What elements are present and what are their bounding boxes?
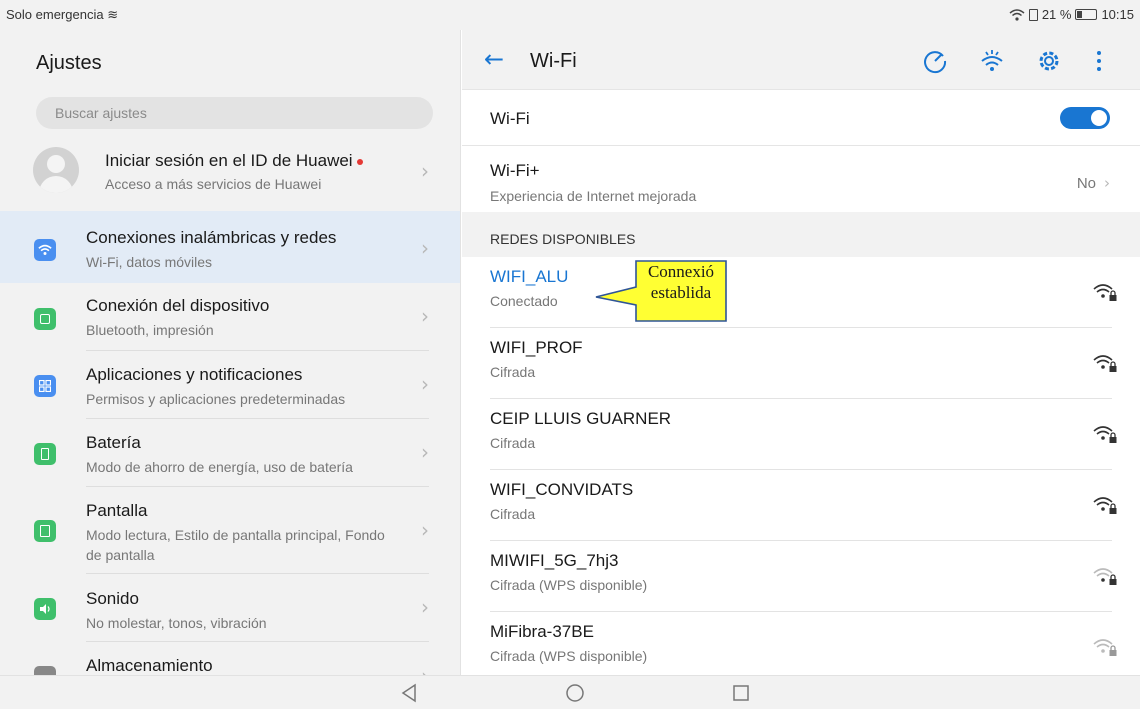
sidebar-item-sublabel: No molestar, tonos, vibración [86, 615, 267, 631]
network-status: Cifrada [490, 506, 536, 522]
sidebar-item-sublabel: Modo lectura, Estilo de pantalla princip… [86, 527, 385, 563]
wifi-locked-signal-icon [1093, 284, 1117, 301]
settings-sidebar: Ajustes Buscar ajustes Iniciar sesión en… [0, 30, 461, 675]
huawei-id-row[interactable]: Iniciar sesión en el ID de Huawei Acceso… [0, 140, 460, 205]
sidebar-item-battery[interactable]: Batería Modo de ahorro de energía, uso d… [0, 419, 460, 487]
network-name: WIFI_ALU [490, 267, 569, 286]
network-name: CEIP LLUIS GUARNER [490, 409, 672, 428]
speed-test-icon[interactable] [922, 48, 948, 74]
notification-dot-icon [356, 158, 363, 165]
more-options-icon[interactable] [1092, 48, 1106, 74]
wifiplus-label: Wi-Fi+ [490, 161, 540, 180]
wifiplus-subtitle: Experiencia de Internet mejorada [490, 188, 697, 204]
back-arrow-icon[interactable]: ← [484, 45, 504, 73]
navigation-bar [0, 675, 1140, 709]
network-name: MiFibra-37BE [490, 622, 594, 641]
callout-line-1: Connexió [647, 262, 715, 281]
wifi-locked-weak-signal-icon [1093, 639, 1117, 656]
network-status: Cifrada [490, 364, 536, 380]
sidebar-item-sublabel: Bluetooth, impresión [86, 322, 214, 338]
network-name: WIFI_CONVIDATS [490, 480, 634, 499]
network-row-miwifi[interactable]: MIWIFI_5G_7hj3 Cifrada (WPS disponible) [462, 541, 1140, 612]
network-status: Cifrada (WPS disponible) [490, 577, 648, 593]
network-status: Cifrada (WPS disponible) [490, 648, 648, 664]
sidebar-item-apps[interactable]: Aplicaciones y notificaciones Permisos y… [0, 351, 460, 419]
callout-line-2: establida [650, 283, 712, 302]
callout-text: Connexió establida [635, 261, 727, 321]
wifi-scan-icon[interactable] [979, 48, 1005, 74]
gear-icon[interactable] [1036, 48, 1062, 74]
sidebar-item-device-connection[interactable]: Conexión del dispositivo Bluetooth, impr… [0, 283, 460, 351]
network-row-mifibra[interactable]: MiFibra-37BE Cifrada (WPS disponible) [462, 612, 1140, 675]
wifi-toggle[interactable] [1060, 107, 1110, 129]
apps-icon [34, 375, 56, 397]
network-name: MIWIFI_5G_7hj3 [490, 551, 619, 570]
carrier-text: Solo emergencia ≋ [6, 7, 119, 23]
network-name: WIFI_PROF [490, 338, 583, 357]
sidebar-item-label: Conexión del dispositivo [86, 296, 270, 315]
network-status: Conectado [490, 293, 558, 309]
chevron-right-icon: › [421, 440, 429, 464]
network-row-wifi-alu[interactable]: WIFI_ALU Conectado [462, 257, 1140, 328]
storage-icon [34, 666, 56, 675]
no-sim-icon: ≋ [107, 8, 119, 23]
wifi-locked-signal-icon [1093, 426, 1117, 443]
device-connection-icon [34, 308, 56, 330]
chevron-right-icon: › [421, 518, 429, 542]
wifi-icon [34, 239, 56, 261]
sidebar-item-sound[interactable]: Sonido No molestar, tonos, vibración › [0, 574, 460, 642]
sidebar-item-label: Batería [86, 433, 141, 452]
avatar [33, 147, 79, 193]
chevron-right-icon: › [421, 159, 429, 183]
sidebar-item-storage[interactable]: Almacenamiento › [0, 642, 460, 675]
network-row-wifi-convidats[interactable]: WIFI_CONVIDATS Cifrada [462, 470, 1140, 541]
sidebar-item-sublabel: Wi-Fi, datos móviles [86, 254, 213, 270]
chevron-right-icon: › [421, 595, 429, 619]
wifi-locked-signal-icon [1093, 497, 1117, 514]
sidebar-item-label: Aplicaciones y notificaciones [86, 365, 303, 384]
sidebar-item-sublabel: Modo de ahorro de energía, uso de baterí… [86, 459, 353, 475]
sound-icon [34, 598, 56, 620]
status-bar: Solo emergencia ≋ 21 % 10:15 [0, 0, 1140, 30]
recents-nav-icon[interactable] [732, 683, 750, 703]
chevron-right-icon: › [421, 236, 429, 260]
section-header: REDES DISPONIBLES [462, 212, 1140, 257]
search-input[interactable]: Buscar ajustes [36, 97, 433, 129]
app-bar: ← Wi-Fi [462, 30, 1140, 90]
network-status: Cifrada [490, 435, 536, 451]
sidebar-item-display[interactable]: Pantalla Modo lectura, Estilo de pantall… [0, 487, 460, 574]
wifi-locked-signal-icon [1093, 355, 1117, 372]
sidebar-item-label: Pantalla [86, 501, 148, 520]
wifi-settings-pane: ← Wi-Fi Wi-Fi Wi-Fi+ Experiencia de Inte… [462, 30, 1140, 675]
battery-icon [1075, 9, 1098, 20]
chevron-right-icon: › [421, 664, 429, 675]
wifiplus-value: No [1076, 175, 1096, 192]
chevron-right-icon: › [421, 372, 429, 396]
home-nav-icon[interactable] [565, 683, 585, 703]
settings-title: Ajustes [36, 52, 102, 74]
sidebar-item-sublabel: Permisos y aplicaciones predeterminadas [86, 391, 346, 407]
sidebar-item-label: Conexiones inalámbricas y redes [86, 228, 337, 247]
chevron-right-icon: › [1104, 174, 1110, 192]
wifi-status-icon [1009, 8, 1025, 21]
page-title: Wi-Fi [530, 50, 577, 72]
sidebar-item-wireless[interactable]: Conexiones inalámbricas y redes Wi-Fi, d… [0, 211, 460, 283]
wifi-label: Wi-Fi [490, 109, 530, 128]
sim-icon [1028, 8, 1038, 21]
network-row-ceip[interactable]: CEIP LLUIS GUARNER Cifrada [462, 399, 1140, 470]
wifi-locked-weak-signal-icon [1093, 568, 1117, 585]
battery-icon [34, 443, 56, 465]
sidebar-item-label: Almacenamiento [86, 656, 213, 675]
account-subtitle: Acceso a más servicios de Huawei [105, 176, 322, 192]
battery-percent: 21 % [1041, 7, 1072, 22]
clock: 10:15 [1101, 7, 1134, 22]
display-icon [34, 520, 56, 542]
sidebar-item-label: Sonido [86, 589, 139, 608]
back-nav-icon[interactable] [400, 683, 418, 703]
network-row-wifi-prof[interactable]: WIFI_PROF Cifrada [462, 328, 1140, 399]
account-title: Iniciar sesión en el ID de Huawei [105, 151, 353, 170]
wifiplus-row[interactable]: Wi-Fi+ Experiencia de Internet mejorada … [462, 145, 1140, 212]
wifi-toggle-row[interactable]: Wi-Fi [462, 90, 1140, 145]
chevron-right-icon: › [421, 304, 429, 328]
